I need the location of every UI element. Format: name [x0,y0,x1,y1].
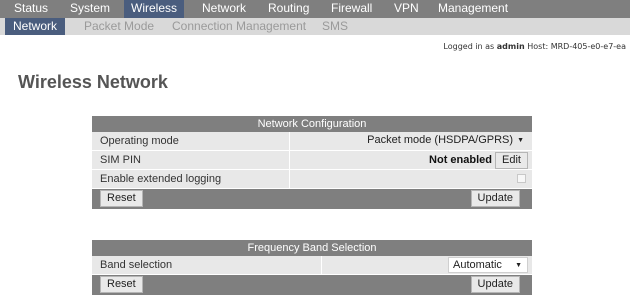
top-nav: Status System Wireless Network Routing F… [0,0,630,18]
login-host-label: Host: [527,42,549,51]
band-selection-label: Band selection [100,259,173,271]
band-selection-row: Band selection Automatic ▼ [92,256,532,275]
nav-wireless[interactable]: Wireless [124,0,185,18]
update-button[interactable]: Update [470,190,520,207]
reset-button[interactable]: Reset [100,190,143,207]
band-selection-footer: Reset Update [92,275,532,295]
operating-mode-row: Operating mode Packet mode (HSDPA/GPRS) ▼ [92,132,532,151]
login-info: Logged in as admin Host: MRD-405-e0-e7-e… [443,42,626,51]
band-selection-header: Frequency Band Selection [92,240,532,256]
sim-pin-row: SIM PIN Not enabled Edit [92,151,532,170]
login-user: admin [496,42,525,51]
nav-routing[interactable]: Routing [268,0,309,18]
extended-logging-label: Enable extended logging [100,173,222,185]
chevron-down-icon: ▼ [515,262,522,269]
operating-mode-value: Packet mode (HSDPA/GPRS) [367,134,514,146]
network-config-header: Network Configuration [92,116,532,132]
update-button[interactable]: Update [470,276,520,293]
network-config-footer: Reset Update [92,189,532,209]
subnav-network[interactable]: Network [5,18,66,35]
column-divider [289,170,290,188]
sim-pin-label: SIM PIN [100,154,141,166]
operating-mode-select[interactable]: Packet mode (HSDPA/GPRS) ▼ [363,133,528,149]
band-selection-panel: Frequency Band Selection Band selection … [92,240,532,295]
column-divider [289,151,290,169]
login-host: MRD-405-e0-e7-ea [550,42,626,51]
nav-firewall[interactable]: Firewall [331,0,372,18]
subnav-packet-mode[interactable]: Packet Mode [84,18,154,35]
edit-button[interactable]: Edit [495,152,528,169]
page-title: Wireless Network [18,72,168,92]
sim-pin-status: Not enabled [429,154,492,166]
extended-logging-checkbox[interactable] [517,174,526,183]
extended-logging-row: Enable extended logging [92,170,532,189]
nav-vpn[interactable]: VPN [394,0,419,18]
column-divider [321,256,322,274]
operating-mode-label: Operating mode [100,135,179,147]
nav-system[interactable]: System [70,0,110,18]
reset-button[interactable]: Reset [100,276,143,293]
band-selection-select[interactable]: Automatic ▼ [448,257,528,273]
sub-nav: Network Packet Mode Connection Managemen… [0,18,630,35]
login-prefix: Logged in as [443,42,495,51]
subnav-sms[interactable]: SMS [322,18,348,35]
network-config-panel: Network Configuration Operating mode Pac… [92,116,532,209]
chevron-down-icon: ▼ [517,137,524,144]
band-selection-value: Automatic [453,259,502,271]
nav-network[interactable]: Network [202,0,246,18]
nav-management[interactable]: Management [438,0,508,18]
column-divider [289,132,290,150]
subnav-connection-management[interactable]: Connection Management [172,18,306,35]
nav-status[interactable]: Status [5,0,55,18]
